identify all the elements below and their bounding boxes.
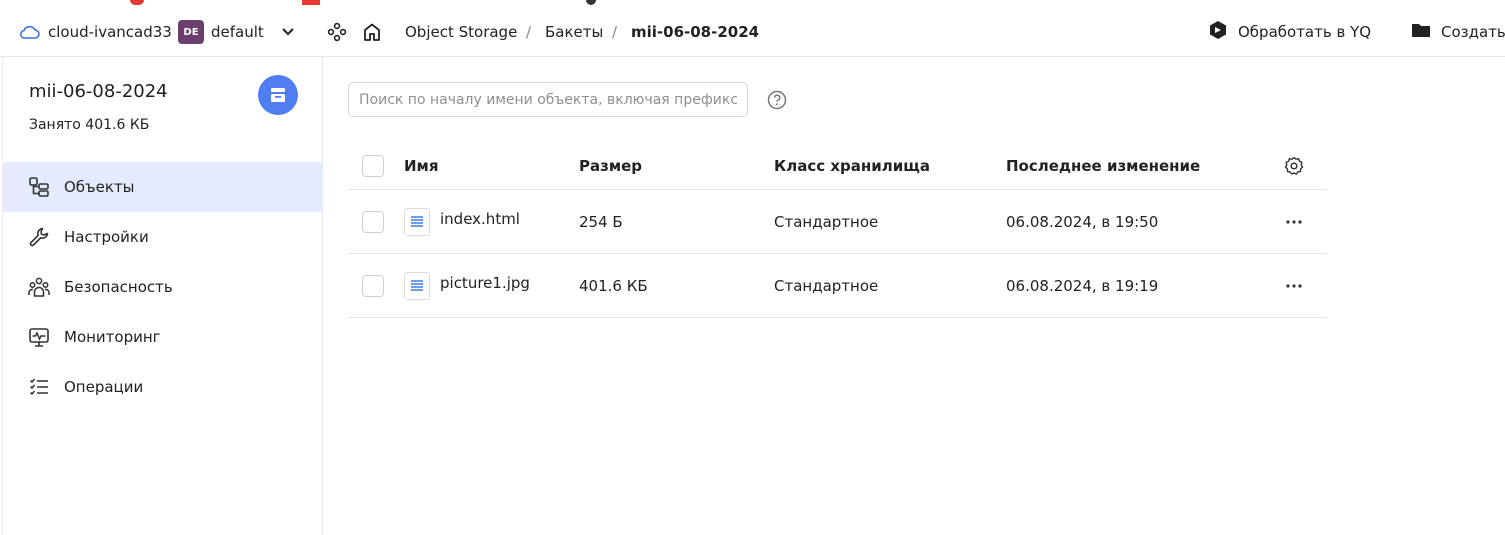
bookmark-mark	[130, 0, 144, 5]
breadcrumb-separator: /	[612, 23, 618, 41]
list-icon	[27, 375, 51, 399]
bookmark-mark	[302, 0, 320, 5]
cloud-icon[interactable]	[18, 8, 40, 56]
row-checkbox[interactable]	[362, 210, 384, 233]
column-header-size[interactable]: Размер	[579, 142, 642, 189]
breadcrumb-object-storage[interactable]: Object Storage	[405, 8, 517, 56]
object-modified: 06.08.2024, в 19:50	[1006, 212, 1159, 231]
objects-table: Имя Размер Класс хранилища Последнее изм…	[348, 142, 1326, 318]
object-name-cell[interactable]: picture1.jpg	[404, 254, 530, 317]
object-name[interactable]: index.html	[440, 210, 520, 228]
main-content: Имя Размер Класс хранилища Последнее изм…	[323, 57, 1505, 535]
table-settings-icon[interactable]	[1282, 142, 1306, 189]
row-checkbox-cell	[362, 190, 384, 253]
sidebar-item-label: Настройки	[64, 228, 149, 246]
object-size: 401.6 КБ	[579, 276, 648, 295]
table-row[interactable]: picture1.jpg 401.6 КБ Стандартное 06.08.…	[348, 254, 1326, 318]
cloud-name[interactable]: cloud-ivancad33	[48, 8, 172, 56]
bucket-icon	[258, 75, 298, 115]
sidebar-item-label: Операции	[64, 378, 144, 396]
page: cloud-ivancad33 DE default Object Storag…	[0, 0, 1505, 535]
sidebar-nav: Объекты Настройки Безопасность Мониторин…	[3, 162, 323, 412]
object-storage-class: Стандартное	[774, 276, 879, 295]
row-checkbox-cell	[362, 254, 384, 317]
column-header-name[interactable]: Имя	[404, 142, 438, 189]
sidebar-item-monitoring[interactable]: Мониторинг	[3, 312, 323, 362]
sidebar-item-settings[interactable]: Настройки	[3, 212, 323, 262]
bucket-used-space: Занято 401.6 КБ	[29, 117, 150, 133]
objects-icon	[27, 175, 51, 199]
breadcrumb-current-bucket: mii-06-08-2024	[631, 23, 760, 41]
column-header-storage-class[interactable]: Класс хранилища	[774, 142, 930, 189]
yq-hexagon-icon	[1208, 20, 1228, 44]
users-icon	[27, 275, 51, 299]
select-all-checkbox[interactable]	[362, 154, 384, 177]
search-input[interactable]	[348, 82, 748, 117]
wrench-icon	[27, 225, 51, 249]
breadcrumb-separator: /	[526, 23, 532, 41]
sidebar-item-label: Объекты	[64, 178, 135, 196]
process-in-yq-button[interactable]: Обработать в YQ	[1208, 8, 1371, 56]
monitor-icon	[27, 325, 51, 349]
home-icon[interactable]	[361, 8, 383, 56]
file-icon	[404, 207, 430, 236]
chevron-down-icon[interactable]	[279, 8, 297, 56]
more-actions-icon[interactable]	[1282, 190, 1306, 253]
table-header-row: Имя Размер Класс хранилища Последнее изм…	[348, 142, 1326, 190]
object-modified: 06.08.2024, в 19:19	[1006, 276, 1159, 295]
folder-icon	[1411, 21, 1431, 43]
create-button[interactable]: Создать	[1411, 8, 1505, 56]
table-row[interactable]: index.html 254 Б Стандартное 06.08.2024,…	[348, 190, 1326, 254]
row-checkbox[interactable]	[362, 274, 384, 297]
services-icon[interactable]	[326, 8, 348, 56]
more-actions-icon[interactable]	[1282, 254, 1306, 317]
sidebar-item-operations[interactable]: Операции	[3, 362, 323, 412]
object-storage-class: Стандартное	[774, 212, 879, 231]
file-icon	[404, 271, 430, 300]
object-name-cell[interactable]: index.html	[404, 190, 520, 253]
sidebar-item-label: Мониторинг	[64, 328, 161, 346]
object-name[interactable]: picture1.jpg	[440, 274, 530, 292]
breadcrumb-buckets[interactable]: Бакеты	[545, 8, 603, 56]
browser-bookmarks-strip	[0, 0, 1505, 8]
create-label: Создать	[1441, 23, 1505, 41]
folder-name[interactable]: default	[211, 8, 264, 56]
top-header: cloud-ivancad33 DE default Object Storag…	[0, 8, 1505, 57]
sidebar: mii-06-08-2024 Занято 401.6 КБ Объекты Н…	[2, 57, 323, 535]
bookmark-mark	[586, 0, 596, 5]
select-all-checkbox-cell	[362, 142, 384, 189]
process-in-yq-label: Обработать в YQ	[1238, 23, 1372, 41]
sidebar-item-security[interactable]: Безопасность	[3, 262, 323, 312]
bucket-name: mii-06-08-2024	[29, 81, 168, 102]
object-size: 254 Б	[579, 212, 623, 231]
sidebar-item-objects[interactable]: Объекты	[3, 162, 323, 212]
column-header-modified[interactable]: Последнее изменение	[1006, 142, 1200, 189]
sidebar-item-label: Безопасность	[64, 278, 173, 296]
help-icon[interactable]	[766, 89, 788, 111]
folder-badge[interactable]: DE	[178, 20, 204, 44]
